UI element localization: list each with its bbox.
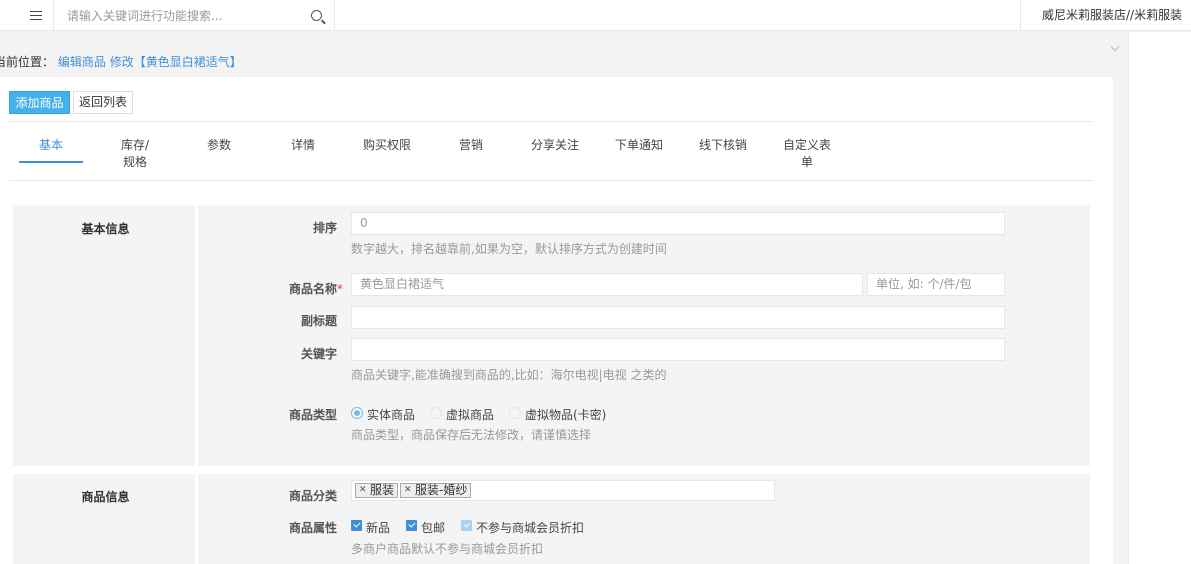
breadcrumb-current: 修改【黄色显白裙适气】: [109, 55, 242, 69]
checkbox-no-member-discount[interactable]: 不参与商城会员折扣: [461, 519, 584, 535]
right-gutter: [1128, 32, 1191, 564]
category-tag-label: 服装-婚纱: [415, 483, 468, 497]
unit-input[interactable]: 单位, 如: 个/件/包: [867, 273, 1005, 296]
goods-type-help: 商品类型，商品保存后无法修改，请谨慎选择: [351, 428, 592, 442]
back-to-list-button[interactable]: 返回列表: [73, 91, 133, 114]
radio-physical-goods[interactable]: 实体商品: [351, 406, 415, 422]
tab-params[interactable]: 参数: [187, 137, 251, 154]
subtitle-label: 副标题: [300, 314, 337, 328]
attribute-help: 多商户商品默认不参与商城会员折扣: [351, 542, 544, 556]
keyword-help: 商品关键字,能准确搜到商品的,比如：海尔电视|电视 之类的: [351, 368, 667, 382]
tab-marketing[interactable]: 营销: [439, 137, 503, 154]
required-mark: *: [337, 282, 343, 296]
remove-tag-icon[interactable]: ✕: [404, 484, 412, 497]
goods-name-label-text: 商品名称: [288, 282, 337, 296]
subtitle-input[interactable]: [351, 306, 1005, 329]
add-goods-button[interactable]: 添加商品: [9, 91, 70, 114]
goods-name-input[interactable]: 黄色显白裙适气: [351, 273, 863, 296]
tab-share-follow[interactable]: 分享关注: [523, 137, 587, 154]
section-side: [13, 205, 198, 466]
section-title-basic: 基本信息: [81, 222, 130, 236]
function-search-input[interactable]: [67, 6, 297, 26]
category-tag-label: 服装: [370, 483, 395, 497]
shop-name[interactable]: 威尼米莉服装店//米莉服装: [1020, 0, 1191, 31]
sort-help: 数字越大，排名越靠前,如果为空，默认排序方式为创建时间: [351, 242, 667, 256]
attribute-label: 商品属性: [288, 521, 337, 535]
checkbox-new[interactable]: 新品: [351, 519, 390, 535]
goods-type-label: 商品类型: [288, 408, 337, 422]
section-title-goods: 商品信息: [81, 490, 130, 504]
tab-bar: 基本 库存/规格 参数 详情 购买权限 营销 分享关注 下单通知 线下核销 自定…: [9, 137, 1093, 181]
category-tag[interactable]: ✕ 服装: [355, 483, 399, 498]
breadcrumb-prefix: 当前位置：: [0, 55, 55, 69]
chevron-down-icon[interactable]: [1110, 42, 1120, 52]
goods-name-label: 商品名称*: [280, 280, 343, 297]
category-select[interactable]: ✕ 服装 ✕ 服装-婚纱: [351, 480, 775, 501]
menu-toggle-button[interactable]: [18, 0, 54, 31]
search-icon[interactable]: [311, 10, 322, 21]
tab-purchase-permission[interactable]: 购买权限: [355, 137, 419, 154]
tab-order-notice[interactable]: 下单通知: [607, 137, 671, 154]
tab-basic[interactable]: 基本: [19, 137, 83, 163]
sort-input[interactable]: 0: [351, 212, 1005, 235]
category-tag[interactable]: ✕ 服装-婚纱: [400, 483, 472, 498]
keyword-label: 关键字: [300, 347, 337, 361]
checkbox-free-shipping[interactable]: 包邮: [406, 519, 445, 535]
category-label: 商品分类: [288, 489, 337, 503]
keyword-input[interactable]: [351, 338, 1005, 361]
top-bar: 威尼米莉服装店//米莉服装: [0, 0, 1191, 31]
radio-virtual-goods[interactable]: 虚拟商品: [430, 406, 494, 422]
sort-label: 排序: [312, 221, 337, 235]
radio-virtual-card[interactable]: 虚拟物品(卡密): [509, 406, 606, 422]
tab-custom-form[interactable]: 自定义表单: [775, 137, 839, 171]
divider: [9, 121, 1093, 122]
tab-detail[interactable]: 详情: [271, 137, 335, 154]
remove-tag-icon[interactable]: ✕: [359, 484, 367, 497]
breadcrumb: 当前位置： 编辑商品 修改【黄色显白裙适气】: [0, 53, 242, 69]
hamburger-icon: [29, 15, 42, 16]
tab-offline-verify[interactable]: 线下核销: [691, 137, 755, 154]
breadcrumb-link-edit-goods[interactable]: 编辑商品: [58, 55, 106, 69]
function-search: [55, 0, 335, 31]
tab-stock-spec[interactable]: 库存/规格: [103, 137, 167, 171]
